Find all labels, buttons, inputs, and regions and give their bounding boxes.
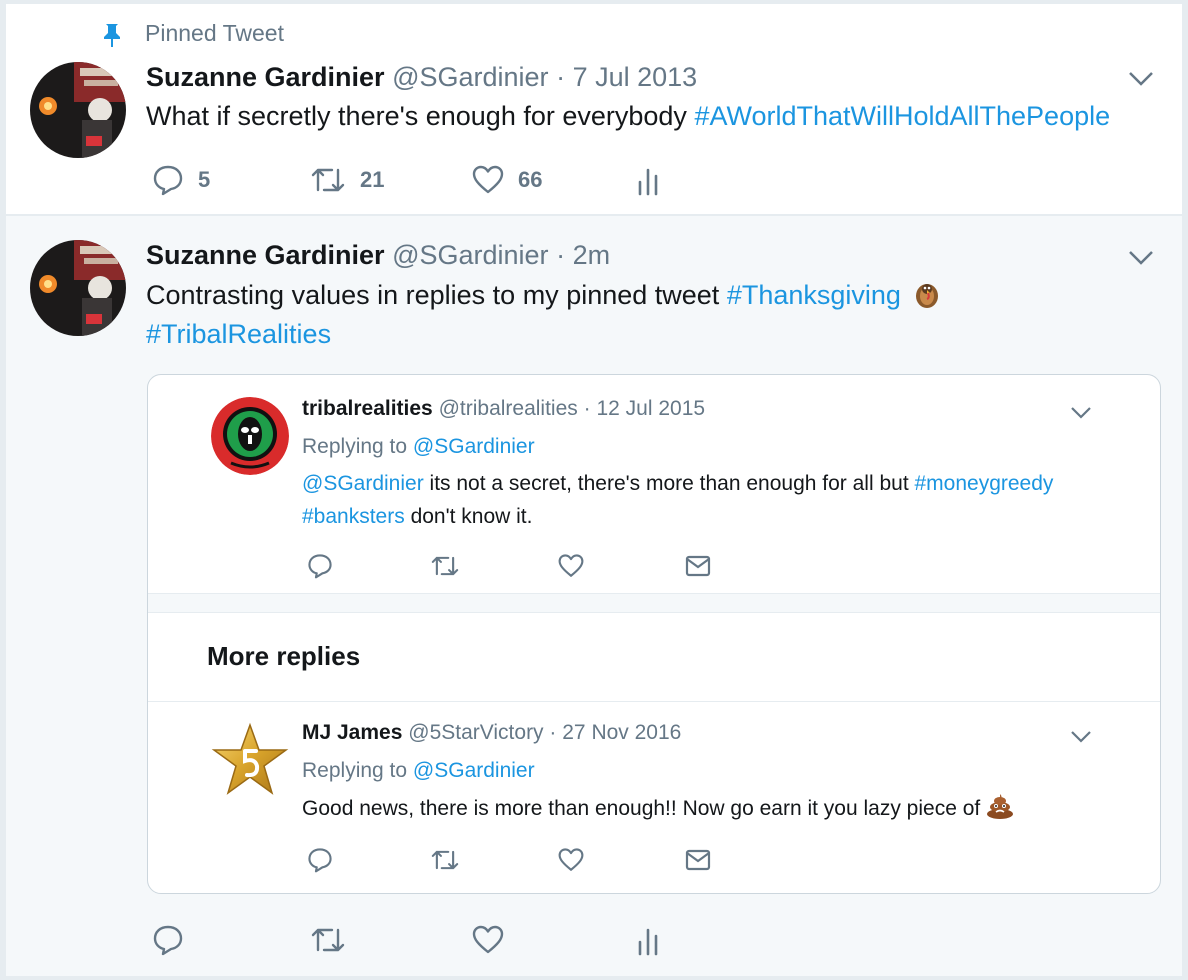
hashtag-link[interactable]: #banksters xyxy=(302,505,405,528)
tweet-text-line2: #TribalRealities xyxy=(146,315,331,353)
reply-body-end: don't know it. xyxy=(404,505,533,528)
like-icon[interactable] xyxy=(558,847,584,873)
message-icon[interactable] xyxy=(685,555,711,577)
replying-to-handle[interactable]: @SGardinier xyxy=(413,759,535,782)
pinned-label: Pinned Tweet xyxy=(145,20,284,46)
hashtag-link[interactable]: #moneygreedy xyxy=(915,472,1054,495)
retweet-icon[interactable] xyxy=(310,924,346,956)
tweet-text: What if secretly there's enough for ever… xyxy=(146,97,1110,135)
like-icon xyxy=(472,164,504,196)
reply-count: 5 xyxy=(198,167,211,192)
author-name[interactable]: Suzanne Gardinier xyxy=(146,62,385,92)
reply-body: Good news, there is more than enough!! N… xyxy=(302,797,987,820)
author-handle[interactable]: @tribalrealities xyxy=(439,397,578,420)
reply-icon[interactable] xyxy=(307,553,333,579)
separator-dot: · xyxy=(549,721,557,744)
chevron-down-icon[interactable] xyxy=(1128,70,1154,88)
replying-to-label: Replying to xyxy=(302,435,413,458)
pin-icon xyxy=(100,22,124,48)
tweet-timestamp[interactable]: 2m xyxy=(573,240,611,270)
message-icon[interactable] xyxy=(685,849,711,871)
separator-dot: · xyxy=(556,62,566,92)
retweet-count: 21 xyxy=(360,167,385,192)
reply-timestamp[interactable]: 12 Jul 2015 xyxy=(596,397,705,420)
author-name[interactable]: tribalrealities xyxy=(302,397,433,420)
reply-icon[interactable] xyxy=(307,847,333,873)
author-handle[interactable]: @SGardinier xyxy=(392,240,548,270)
author-handle[interactable]: @SGardinier xyxy=(392,62,548,92)
mention-link[interactable]: @SGardinier xyxy=(302,472,424,495)
tweet-timestamp[interactable]: 7 Jul 2013 xyxy=(573,62,698,92)
replying-to-label: Replying to xyxy=(302,759,413,782)
reply-button[interactable]: 5 xyxy=(152,164,210,196)
separator-dot: · xyxy=(556,240,566,270)
reply-icon xyxy=(152,164,184,196)
retweet-icon[interactable] xyxy=(430,847,460,873)
reply-text: @SGardinier its not a secret, there's mo… xyxy=(302,467,1122,533)
chevron-down-icon[interactable] xyxy=(1128,249,1154,267)
avatar[interactable] xyxy=(211,721,289,799)
hashtag-link[interactable]: #TribalRealities xyxy=(146,319,331,349)
replying-to: Replying to @SGardinier xyxy=(302,435,535,459)
hashtag-link[interactable]: #Thanksgiving xyxy=(727,280,901,310)
hashtag-link[interactable]: #AWorldThatWillHoldAllThePeople xyxy=(694,101,1110,131)
like-icon[interactable] xyxy=(558,553,584,579)
reply-icon[interactable] xyxy=(152,924,184,956)
author-name[interactable]: MJ James xyxy=(302,721,402,744)
reply-header: MJ James @5StarVictory · 27 Nov 2016 xyxy=(302,721,681,745)
embedded-conversation-card[interactable]: tribalrealities @tribalrealities · 12 Ju… xyxy=(147,374,1161,894)
tweet-body: Contrasting values in replies to my pinn… xyxy=(146,280,727,310)
reply-timestamp[interactable]: 27 Nov 2016 xyxy=(562,721,681,744)
divider xyxy=(148,593,1160,613)
retweet-icon xyxy=(310,164,346,196)
separator-dot: · xyxy=(583,397,591,420)
tweet-header: Suzanne Gardinier @SGardinier · 7 Jul 20… xyxy=(146,58,697,96)
reply-text: Good news, there is more than enough!! N… xyxy=(302,792,1014,825)
tweet-text: Contrasting values in replies to my pinn… xyxy=(146,276,942,314)
divider xyxy=(148,701,1160,702)
turkey-emoji-icon xyxy=(912,278,942,310)
avatar[interactable] xyxy=(211,397,289,475)
chevron-down-icon[interactable] xyxy=(1070,729,1092,744)
reply-header: tribalrealities @tribalrealities · 12 Ju… xyxy=(302,397,705,421)
like-button[interactable]: 66 xyxy=(472,164,542,196)
poop-emoji-icon xyxy=(986,793,1014,819)
retweet-button[interactable]: 21 xyxy=(310,164,384,196)
analytics-icon[interactable] xyxy=(636,164,662,196)
analytics-icon[interactable] xyxy=(636,924,662,956)
author-name[interactable]: Suzanne Gardinier xyxy=(146,240,385,270)
like-icon[interactable] xyxy=(472,924,504,956)
reply-body: its not a secret, there's more than enou… xyxy=(423,472,915,495)
replying-to-handle[interactable]: @SGardinier xyxy=(413,435,535,458)
chevron-down-icon[interactable] xyxy=(1070,405,1092,420)
avatar[interactable] xyxy=(30,62,126,158)
retweet-icon[interactable] xyxy=(430,553,460,579)
more-replies-heading[interactable]: More replies xyxy=(207,641,360,672)
tweet-header: Suzanne Gardinier @SGardinier · 2m xyxy=(146,236,610,274)
author-handle[interactable]: @5StarVictory xyxy=(408,721,543,744)
like-count: 66 xyxy=(518,167,543,192)
replying-to: Replying to @SGardinier xyxy=(302,759,535,783)
avatar[interactable] xyxy=(30,240,126,336)
tweet-body: What if secretly there's enough for ever… xyxy=(146,101,695,131)
